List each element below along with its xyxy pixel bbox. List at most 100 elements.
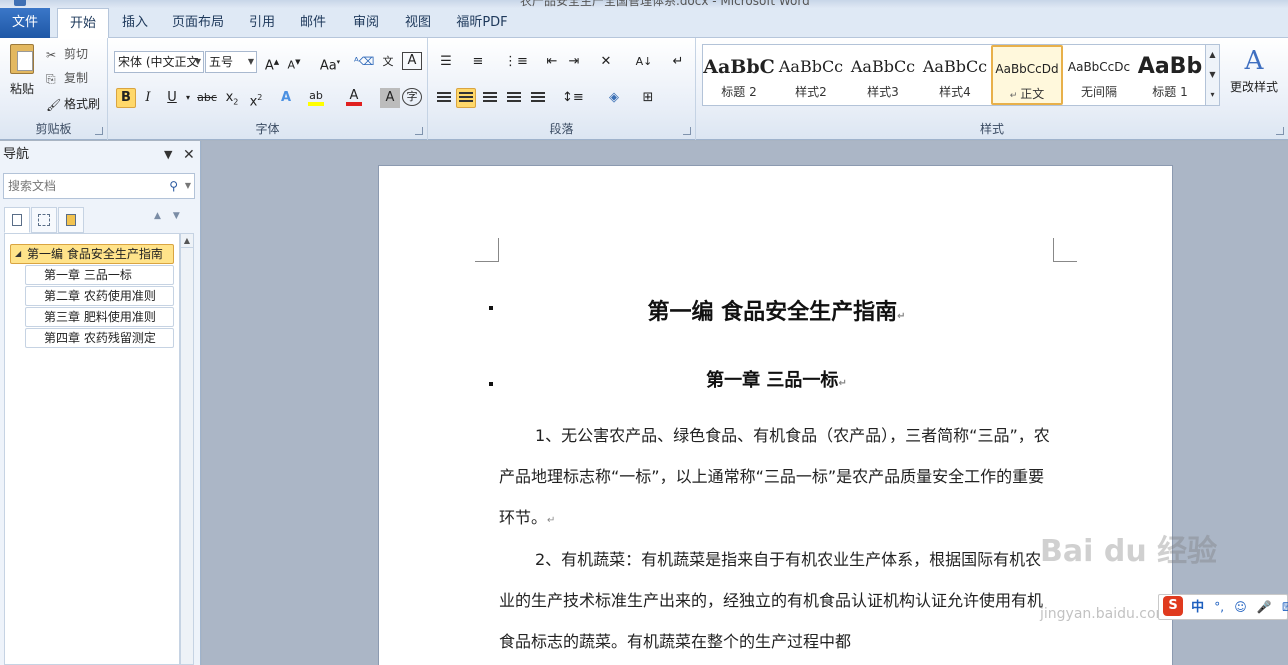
text-effects-icon[interactable]: A bbox=[276, 88, 296, 108]
dialog-launcher-icon[interactable] bbox=[683, 127, 691, 135]
align-center-button[interactable] bbox=[456, 88, 476, 108]
shrink-font-icon[interactable]: A▼ bbox=[284, 52, 304, 72]
tab-results[interactable] bbox=[58, 207, 84, 233]
chevron-down-icon[interactable]: ▼ bbox=[1206, 65, 1219, 85]
increase-indent-icon[interactable]: ⇥ bbox=[564, 52, 584, 72]
nav-item-part-1[interactable]: ◢ 第一编 食品安全生产指南 bbox=[10, 244, 174, 264]
nav-item-chapter-2[interactable]: 第二章 农药使用准则 bbox=[25, 286, 174, 306]
show-marks-icon[interactable]: ↵ bbox=[668, 52, 688, 72]
nav-scrollbar[interactable]: ▲ bbox=[180, 233, 194, 665]
cut-button[interactable]: ✂ 剪切 bbox=[46, 44, 88, 64]
font-color-button[interactable]: A bbox=[344, 86, 364, 106]
copy-button[interactable]: ⎘ 复制 bbox=[46, 68, 88, 88]
document-page[interactable]: 第一编 食品安全生产指南↵ 第一章 三品一标↵ 1、无公害农产品、绿色食品、有机… bbox=[378, 165, 1173, 665]
tab-file[interactable]: 文件 bbox=[0, 8, 50, 38]
style-normal[interactable]: AaBbCcDd ↵ 正文 bbox=[991, 45, 1063, 105]
save-icon[interactable] bbox=[14, 0, 26, 6]
bullets-icon[interactable]: ☰ bbox=[436, 52, 456, 72]
body-paragraph-1[interactable]: 1、无公害农产品、绿色食品、有机食品（农产品），三者简称“三品”，农产品地理标志… bbox=[499, 415, 1054, 541]
tab-home[interactable]: 开始 bbox=[57, 8, 109, 39]
tab-headings[interactable] bbox=[4, 207, 30, 233]
tab-references[interactable]: 引用 bbox=[244, 8, 280, 38]
highlight-color-button[interactable]: ab bbox=[306, 86, 326, 106]
nav-item-chapter-3[interactable]: 第三章 肥料使用准则 bbox=[25, 307, 174, 327]
search-icon[interactable]: ⚲ bbox=[169, 174, 178, 198]
dialog-launcher-icon[interactable] bbox=[95, 127, 103, 135]
sogou-logo-icon[interactable]: S bbox=[1163, 596, 1183, 616]
italic-button[interactable]: I bbox=[138, 88, 158, 108]
tab-view[interactable]: 视图 bbox=[400, 8, 436, 38]
nav-options-icon[interactable]: ▼ bbox=[164, 141, 172, 169]
next-heading-icon[interactable]: ▼ bbox=[173, 211, 192, 221]
document-area[interactable]: 第一编 食品安全生产指南↵ 第一章 三品一标↵ 1、无公害农产品、绿色食品、有机… bbox=[202, 141, 1288, 665]
style-2[interactable]: AaBbCc 样式2 bbox=[775, 45, 847, 105]
heading-chapter-1[interactable]: 第一章 三品一标↵ bbox=[499, 366, 1054, 392]
clear-format-icon[interactable]: ᴬ⌫ bbox=[354, 52, 374, 72]
dialog-launcher-icon[interactable] bbox=[415, 127, 423, 135]
nav-item-chapter-4[interactable]: 第四章 农药残留测定 bbox=[25, 328, 174, 348]
char-shading-icon[interactable]: A bbox=[380, 88, 400, 108]
ime-toolbar[interactable]: S 中 °, ☺ 🎤 ⌨ bbox=[1158, 594, 1288, 620]
collapse-triangle-icon[interactable]: ◢ bbox=[15, 245, 21, 263]
phonetic-guide-icon[interactable]: 文 bbox=[378, 52, 398, 72]
font-group: 宋体 (中文正文 ▼ 五号 ▼ A▲ A▼ Aa▾ ᴬ⌫ 文 A B I U ▾ a… bbox=[108, 38, 428, 140]
chinese-layout-icon[interactable]: ✕ bbox=[596, 52, 616, 72]
borders-icon[interactable]: ⊞ bbox=[638, 88, 658, 108]
numbering-icon[interactable]: ≡ bbox=[468, 52, 488, 72]
nav-search-input[interactable]: 搜索文档 ⚲ ▼ bbox=[3, 173, 195, 199]
style-no-spacing[interactable]: AaBbCcDc 无间隔 bbox=[1063, 45, 1135, 105]
emoji-icon[interactable]: ☺ bbox=[1234, 600, 1247, 614]
tab-insert[interactable]: 插入 bbox=[118, 8, 152, 38]
chevron-up-icon[interactable]: ▲ bbox=[1206, 45, 1219, 65]
change-styles-button[interactable]: A 更改样式 bbox=[1228, 44, 1280, 95]
more-styles-icon[interactable]: ▾ bbox=[1206, 85, 1219, 105]
close-icon[interactable]: ✕ bbox=[183, 141, 195, 169]
subscript-button[interactable]: x2 bbox=[222, 88, 242, 108]
nav-item-chapter-1[interactable]: 第一章 三品一标 bbox=[25, 265, 174, 285]
enclose-char-icon[interactable]: 字 bbox=[402, 88, 422, 106]
decrease-indent-icon[interactable]: ⇤ bbox=[542, 52, 562, 72]
tab-pages[interactable] bbox=[31, 207, 57, 233]
chevron-down-icon[interactable]: ▼ bbox=[185, 174, 191, 198]
line-spacing-icon[interactable]: ↕≡ bbox=[562, 88, 584, 108]
nav-search-placeholder: 搜索文档 bbox=[8, 179, 57, 193]
align-right-button[interactable] bbox=[480, 88, 500, 108]
paste-button[interactable]: 粘贴 bbox=[4, 44, 40, 110]
font-size-select[interactable]: 五号 ▼ bbox=[205, 51, 257, 73]
tab-review[interactable]: 审阅 bbox=[348, 8, 384, 38]
multilevel-list-icon[interactable]: ⋮≡ bbox=[504, 52, 528, 72]
body-paragraph-2[interactable]: 2、有机蔬菜：有机蔬菜是指来自于有机农业生产体系，根据国际有机农业的生产技术标准… bbox=[499, 539, 1054, 662]
style-3[interactable]: AaBbCc 样式3 bbox=[847, 45, 919, 105]
char-border-icon[interactable]: A bbox=[402, 52, 422, 70]
style-heading-1[interactable]: AaBb 标题 1 bbox=[1135, 45, 1205, 105]
shading-icon[interactable]: ◈ bbox=[604, 88, 624, 108]
change-case-icon[interactable]: Aa▾ bbox=[316, 52, 344, 73]
tab-mailings[interactable]: 邮件 bbox=[295, 8, 331, 38]
ime-mode[interactable]: 中 bbox=[1191, 600, 1204, 615]
previous-heading-icon[interactable]: ▲ bbox=[154, 211, 173, 221]
tab-page-layout[interactable]: 页面布局 bbox=[166, 8, 230, 38]
sort-icon[interactable]: A↓ bbox=[634, 52, 654, 72]
justify-button[interactable] bbox=[504, 88, 524, 108]
bold-button[interactable]: B bbox=[116, 88, 136, 108]
paragraph-mark-icon: ↵ bbox=[897, 311, 906, 322]
dialog-launcher-icon[interactable] bbox=[1276, 127, 1284, 135]
align-left-button[interactable] bbox=[434, 88, 454, 108]
style-heading-2[interactable]: AaBbC 标题 2 bbox=[703, 45, 775, 105]
distributed-button[interactable] bbox=[528, 88, 548, 108]
superscript-button[interactable]: x2 bbox=[246, 88, 266, 109]
chevron-down-icon[interactable]: ▾ bbox=[178, 88, 198, 108]
styles-scroll[interactable]: ▲ ▼ ▾ bbox=[1205, 45, 1219, 105]
microphone-icon[interactable]: 🎤 bbox=[1257, 600, 1272, 614]
heading-part-1[interactable]: 第一编 食品安全生产指南↵ bbox=[499, 294, 1054, 326]
font-name-select[interactable]: 宋体 (中文正文 ▼ bbox=[114, 51, 204, 73]
scroll-up-icon[interactable]: ▲ bbox=[181, 234, 193, 248]
strikethrough-button[interactable]: abc bbox=[196, 88, 218, 108]
grow-font-icon[interactable]: A▲ bbox=[262, 52, 282, 73]
punctuation-icon[interactable]: °, bbox=[1214, 600, 1224, 614]
style-4[interactable]: AaBbCc 样式4 bbox=[919, 45, 991, 105]
nav-item-label: 第二章 农药使用准则 bbox=[44, 289, 156, 303]
format-painter-button[interactable]: 🖌 格式刷 bbox=[46, 94, 100, 114]
tab-foxit-pdf[interactable]: 福昕PDF bbox=[452, 8, 512, 38]
keyboard-icon[interactable]: ⌨ bbox=[1282, 600, 1288, 614]
